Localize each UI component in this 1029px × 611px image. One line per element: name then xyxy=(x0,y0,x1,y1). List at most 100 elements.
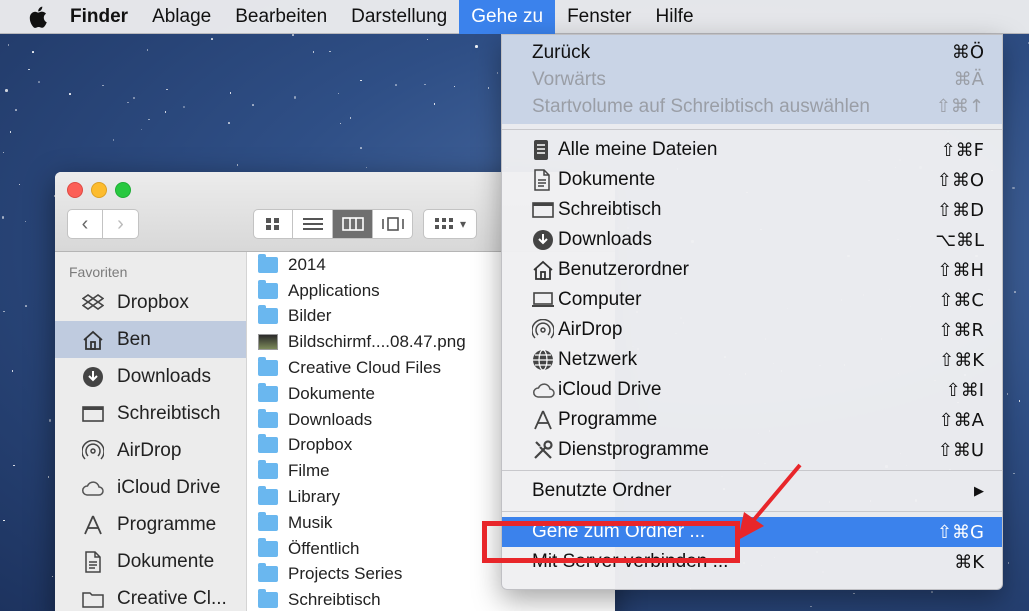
minimize-button[interactable] xyxy=(91,182,107,198)
menu-fenster[interactable]: Fenster xyxy=(555,0,643,34)
folder-icon xyxy=(79,590,107,608)
close-button[interactable] xyxy=(67,182,83,198)
menu-item-zurueck[interactable]: Zurück ⌘Ö xyxy=(502,39,1002,66)
menu-finder[interactable]: Finder xyxy=(58,0,140,34)
sidebar-item[interactable]: Creative Cl... xyxy=(55,580,246,611)
zoom-button[interactable] xyxy=(115,182,131,198)
menu-bearbeiten[interactable]: Bearbeiten xyxy=(223,0,339,34)
shortcut-label: ⇧⌘A xyxy=(938,409,984,431)
file-name: 2014 xyxy=(288,254,326,274)
sidebar-item[interactable]: iCloud Drive xyxy=(55,469,246,506)
sidebar-item[interactable]: Dropbox xyxy=(55,284,246,321)
menu-separator xyxy=(502,129,1002,130)
applications-icon xyxy=(79,514,107,536)
utilities-icon xyxy=(532,439,558,461)
menu-item-label: Startvolume auf Schreibtisch auswählen xyxy=(532,95,870,117)
folder-icon xyxy=(258,253,278,273)
menu-item-place[interactable]: Computer ⇧⌘C xyxy=(502,285,1002,315)
history-section: Zurück ⌘Ö Vorwärts ⌘Ä Startvolume auf Sc… xyxy=(502,35,1002,124)
menu-item-place[interactable]: Schreibtisch ⇧⌘D xyxy=(502,195,1002,225)
menu-item-place[interactable]: Benutzerordner ⇧⌘H xyxy=(502,255,1002,285)
column-view-button[interactable] xyxy=(333,209,373,239)
menu-item-label: Netzwerk xyxy=(558,349,638,370)
menu-item-place[interactable]: Programme ⇧⌘A xyxy=(502,405,1002,435)
folder-icon xyxy=(258,537,278,557)
shortcut-label: ⌥⌘L xyxy=(935,229,984,251)
menu-item-label: Benutzerordner xyxy=(558,259,689,280)
sidebar-item[interactable]: Dokumente xyxy=(55,543,246,580)
shortcut-label: ⇧⌘G xyxy=(936,521,984,543)
sidebar-item-label: Schreibtisch xyxy=(117,402,221,424)
shortcut-label: ⇧⌘R xyxy=(938,319,984,341)
sidebar-item[interactable]: Programme xyxy=(55,506,246,543)
sidebar-item-label: iCloud Drive xyxy=(117,476,221,498)
list-view-button[interactable] xyxy=(293,209,333,239)
all-files-icon xyxy=(532,139,558,161)
menu-item-place[interactable]: Dokumente ⇧⌘O xyxy=(502,165,1002,195)
sidebar-item[interactable]: Ben xyxy=(55,321,246,358)
menu-item-place[interactable]: Downloads ⌥⌘L xyxy=(502,225,1002,255)
menu-gehe-zu[interactable]: Gehe zu xyxy=(459,0,556,34)
file-name: Musik xyxy=(288,512,333,532)
folder-icon xyxy=(258,434,278,454)
file-name: Schreibtisch xyxy=(288,590,381,610)
folder-icon xyxy=(258,589,278,609)
menu-item-place[interactable]: Netzwerk ⇧⌘K xyxy=(502,345,1002,375)
menu-darstellung[interactable]: Darstellung xyxy=(339,0,459,34)
folder-icon xyxy=(258,511,278,531)
apple-icon[interactable] xyxy=(18,6,58,28)
file-name: Projects Series xyxy=(288,564,403,584)
menu-ablage[interactable]: Ablage xyxy=(140,0,223,34)
shortcut-label: ⇧⌘O xyxy=(936,169,984,191)
airdrop-icon xyxy=(79,439,107,462)
menu-item-label: Zurück xyxy=(532,41,591,63)
shortcut-label: ⌘Ä xyxy=(953,69,984,90)
menu-item-label: Vorwärts xyxy=(532,68,606,90)
file-name: Öffentlich xyxy=(288,538,360,558)
sidebar-item[interactable]: Schreibtisch xyxy=(55,395,246,432)
shortcut-label: ⇧⌘H xyxy=(937,259,984,281)
sidebar: Favoriten Dropbox Ben Downloads Schreibtisc… xyxy=(55,252,247,611)
menu-item-label: iCloud Drive xyxy=(558,379,662,400)
back-button[interactable]: ‹ xyxy=(67,209,103,239)
dropbox-icon xyxy=(79,293,107,313)
file-name: Bildschirmf....08.47.png xyxy=(288,332,466,352)
folder-icon xyxy=(258,460,278,480)
sidebar-item-label: Ben xyxy=(117,328,151,350)
forward-button[interactable]: › xyxy=(103,209,139,239)
annotation-box xyxy=(482,521,740,563)
menu-item-place[interactable]: Alle meine Dateien ⇧⌘F xyxy=(502,135,1002,165)
file-name: Dropbox xyxy=(288,435,353,455)
cloud-icon xyxy=(79,479,107,497)
chevron-right-icon: › xyxy=(117,212,124,235)
file-name: Applications xyxy=(288,280,380,300)
icon-view-button[interactable] xyxy=(253,209,293,239)
shortcut-label: ⇧⌘F xyxy=(940,139,984,161)
computer-icon xyxy=(532,291,558,309)
shortcut-label: ⇧⌘↑ xyxy=(935,96,984,117)
home-icon xyxy=(532,260,558,280)
menu-item-label: AirDrop xyxy=(558,319,623,340)
file-name: Filme xyxy=(288,461,330,481)
file-name: Creative Cloud Files xyxy=(288,358,442,378)
coverflow-view-button[interactable] xyxy=(373,209,413,239)
menu-hilfe[interactable]: Hilfe xyxy=(644,0,706,34)
menu-item-place[interactable]: iCloud Drive ⇧⌘I xyxy=(502,375,1002,405)
sidebar-item[interactable]: Downloads xyxy=(55,358,246,395)
sidebar-item-label: Dokumente xyxy=(117,550,215,572)
sidebar-item[interactable]: AirDrop xyxy=(55,432,246,469)
folder-icon xyxy=(258,382,278,402)
grid-icon xyxy=(266,218,279,230)
desktop-icon xyxy=(532,201,558,219)
list-icon xyxy=(302,218,323,230)
folder-icon xyxy=(258,486,278,506)
folder-icon xyxy=(258,357,278,377)
shortcut-label: ⇧⌘I xyxy=(945,379,984,401)
downloads-icon xyxy=(532,229,558,251)
menu-item-place[interactable]: AirDrop ⇧⌘R xyxy=(502,315,1002,345)
arrange-button[interactable]: ▾ xyxy=(423,209,477,239)
shortcut-label: ⇧⌘U xyxy=(937,439,984,461)
applications-icon xyxy=(532,409,558,431)
airdrop-icon xyxy=(532,319,558,341)
file-list-item[interactable]: Schreibtisch xyxy=(248,587,615,611)
